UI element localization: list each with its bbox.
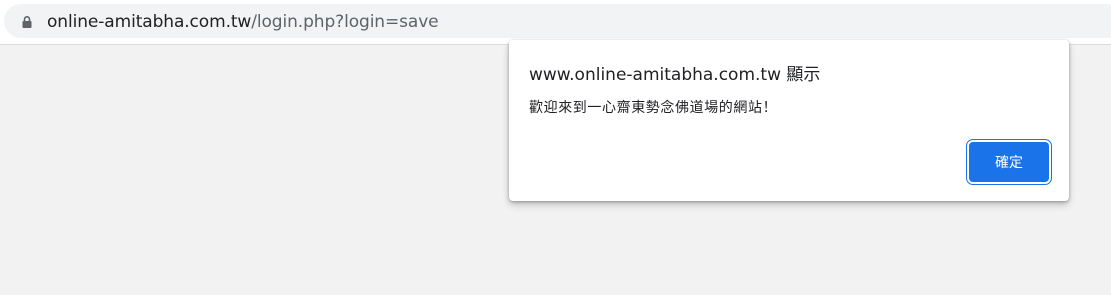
url-path: /login.php?login=save: [251, 12, 439, 32]
url-host: online-amitabha.com.tw: [47, 12, 252, 32]
lock-icon[interactable]: [20, 15, 34, 29]
url-text[interactable]: online-amitabha.com.tw/login.php?login=s…: [47, 12, 439, 32]
dialog-title: www.online-amitabha.com.tw 顯示: [529, 65, 821, 85]
alert-dialog: www.online-amitabha.com.tw 顯示 歡迎來到一心齋東勢念…: [509, 40, 1069, 201]
dialog-message: 歡迎來到一心齋東勢念佛道場的網站！: [529, 100, 778, 116]
ok-button[interactable]: 確定: [969, 142, 1049, 182]
browser-toolbar: online-amitabha.com.tw/login.php?login=s…: [0, 0, 1111, 45]
address-bar[interactable]: online-amitabha.com.tw/login.php?login=s…: [4, 4, 1111, 38]
